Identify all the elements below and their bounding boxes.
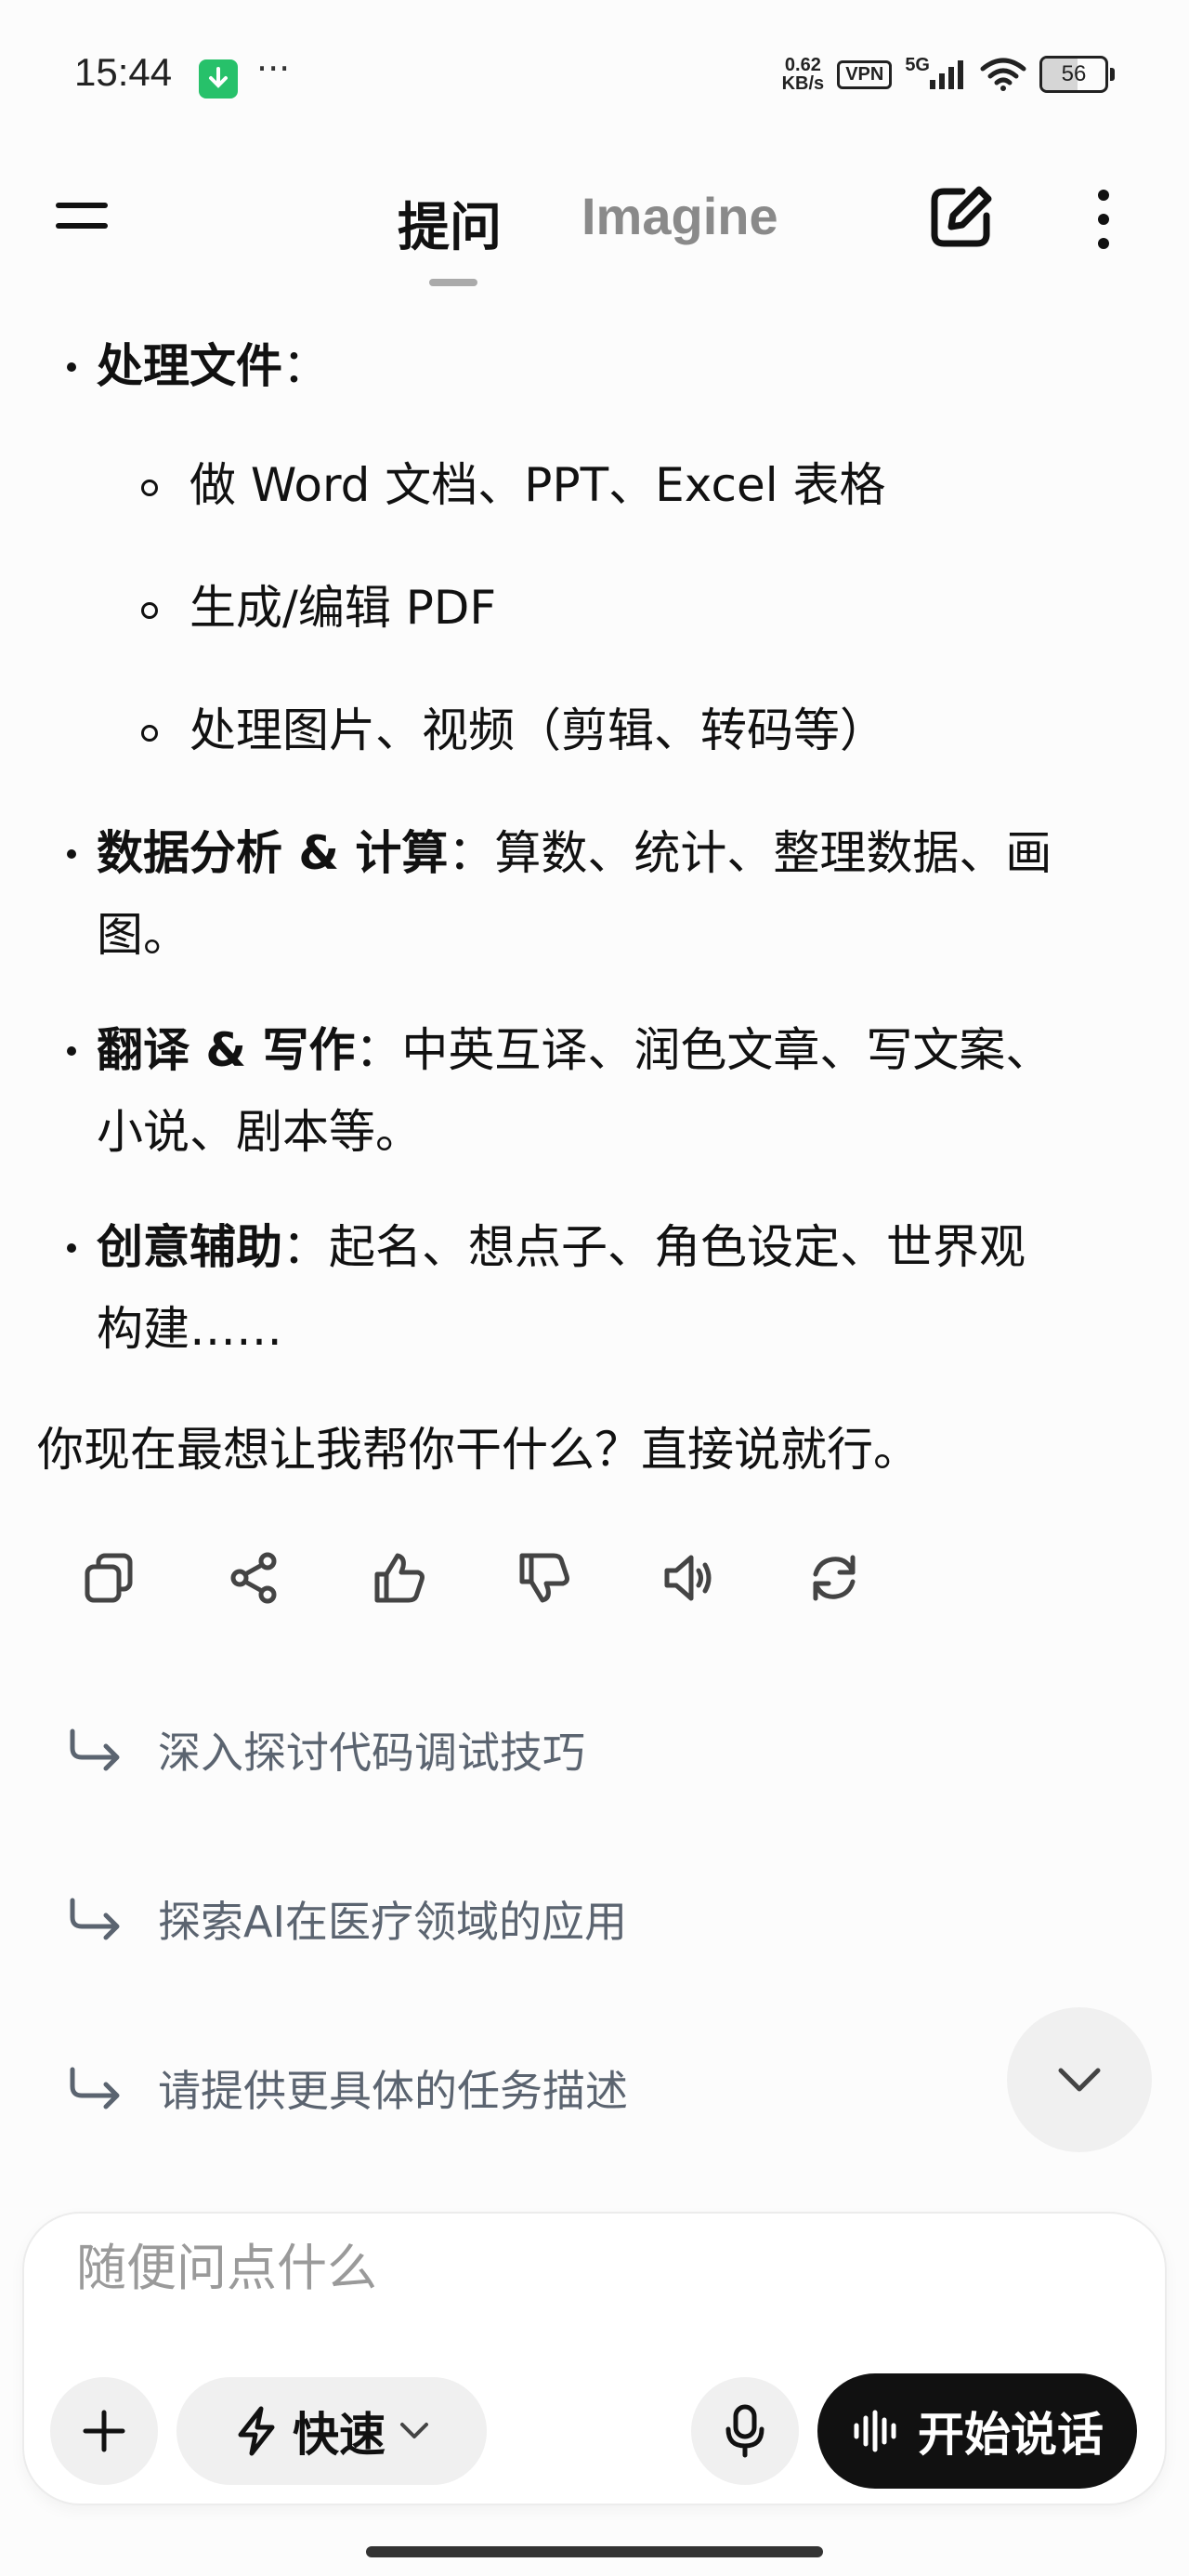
suggestion-text: 深入探讨代码调试技巧 — [158, 1728, 585, 1778]
thumbs-down-icon — [519, 1553, 569, 1603]
more-options-button[interactable] — [1085, 186, 1122, 253]
regenerate-button[interactable] — [762, 1541, 907, 1615]
composer: 快速 开始说话 — [24, 2214, 1165, 2504]
lightning-icon — [238, 2406, 275, 2456]
refresh-icon — [813, 1555, 856, 1601]
thumbs-down-button[interactable] — [472, 1541, 617, 1615]
suggestion-text: 探索AI在医疗领域的应用 — [158, 1897, 628, 1947]
message-actions — [37, 1541, 907, 1615]
bullet — [67, 1046, 76, 1056]
attach-button[interactable] — [50, 2377, 158, 2485]
vpn-badge: VPN — [837, 59, 893, 89]
bullet — [67, 1243, 76, 1253]
chevron-down-icon — [400, 2423, 428, 2438]
list-item-creative: 创意辅助：起名、想点子、角色设定、世界观 — [97, 1220, 1026, 1274]
plus-icon — [83, 2410, 125, 2452]
chevron-down-icon — [1058, 2068, 1101, 2092]
home-indicator[interactable] — [366, 2546, 823, 2557]
tab-imagine[interactable]: Imagine — [581, 186, 778, 246]
list-item-data: 数据分析 & 计算：算数、统计、整理数据、画 — [97, 826, 1052, 880]
list-item-translate: 翻译 & 写作：中英互译、润色文章、写文案、 — [97, 1023, 1052, 1077]
start-talking-button[interactable]: 开始说话 — [817, 2373, 1137, 2489]
signal-icon — [930, 60, 963, 89]
speaker-icon — [664, 1555, 712, 1601]
thumbs-up-button[interactable] — [327, 1541, 472, 1615]
more-notifications-icon: ··· — [256, 48, 291, 89]
reply-arrow-icon — [70, 2067, 120, 2109]
message-input[interactable] — [74, 2238, 914, 2298]
reply-arrow-icon — [70, 1898, 120, 1940]
start-talking-label: 开始说话 — [918, 2408, 1104, 2462]
sub-item: 处理图片、视频（剪辑、转码等） — [189, 703, 886, 757]
reply-arrow-icon — [70, 1728, 120, 1771]
scroll-to-bottom-button[interactable] — [1007, 2007, 1152, 2152]
menu-icon — [56, 203, 108, 229]
battery-icon: 56 — [1039, 56, 1115, 93]
share-icon — [230, 1552, 277, 1604]
suggestion-item[interactable]: 请提供更具体的任务描述 — [65, 2057, 628, 2119]
voice-input-button[interactable] — [691, 2377, 799, 2485]
share-button[interactable] — [182, 1541, 327, 1615]
list-item-creative-cont: 构建…… — [97, 1302, 282, 1356]
sub-bullet — [141, 480, 158, 496]
sub-item: 生成/编辑 PDF — [189, 581, 497, 635]
copy-button[interactable] — [37, 1541, 182, 1615]
sub-bullet — [141, 602, 158, 619]
network-type: 5G — [905, 55, 930, 75]
waveform-icon — [854, 2410, 896, 2452]
network-speed: 0.62 KB/s — [781, 55, 825, 94]
status-icons: 0.62 KB/s VPN 5G 56 — [781, 55, 1115, 94]
sub-item: 做 Word 文档、PPT、Excel 表格 — [189, 458, 886, 512]
mode-selector[interactable]: 快速 — [176, 2377, 487, 2485]
wifi-icon — [980, 58, 1026, 91]
tab-ask[interactable]: 提问 — [398, 186, 502, 261]
suggestion-text: 请提供更具体的任务描述 — [158, 2066, 628, 2116]
list-item-data-cont: 图。 — [97, 908, 189, 962]
menu-button[interactable] — [52, 195, 119, 242]
list-item-file: 处理文件： — [97, 339, 329, 393]
status-time: 15:44 — [74, 50, 173, 94]
more-vertical-icon — [1098, 190, 1109, 249]
microphone-icon — [725, 2404, 764, 2458]
thumbs-up-icon — [374, 1553, 425, 1603]
read-aloud-button[interactable] — [617, 1541, 762, 1615]
suggestion-item[interactable]: 深入探讨代码调试技巧 — [65, 1719, 585, 1781]
copy-icon — [85, 1553, 133, 1603]
download-notification-icon — [199, 59, 238, 99]
list-item-translate-cont: 小说、剧本等。 — [97, 1105, 422, 1159]
suggestion-item[interactable]: 探索AI在医疗领域的应用 — [65, 1888, 627, 1950]
closing-text: 你现在最想让我帮你干什么？直接说就行。 — [37, 1423, 920, 1477]
sub-bullet — [141, 725, 158, 742]
new-chat-button[interactable] — [925, 182, 1000, 256]
tab-indicator — [429, 279, 477, 286]
edit-icon — [931, 186, 992, 247]
bullet — [67, 849, 76, 859]
bullet — [67, 362, 76, 372]
mode-label: 快速 — [293, 2408, 385, 2462]
